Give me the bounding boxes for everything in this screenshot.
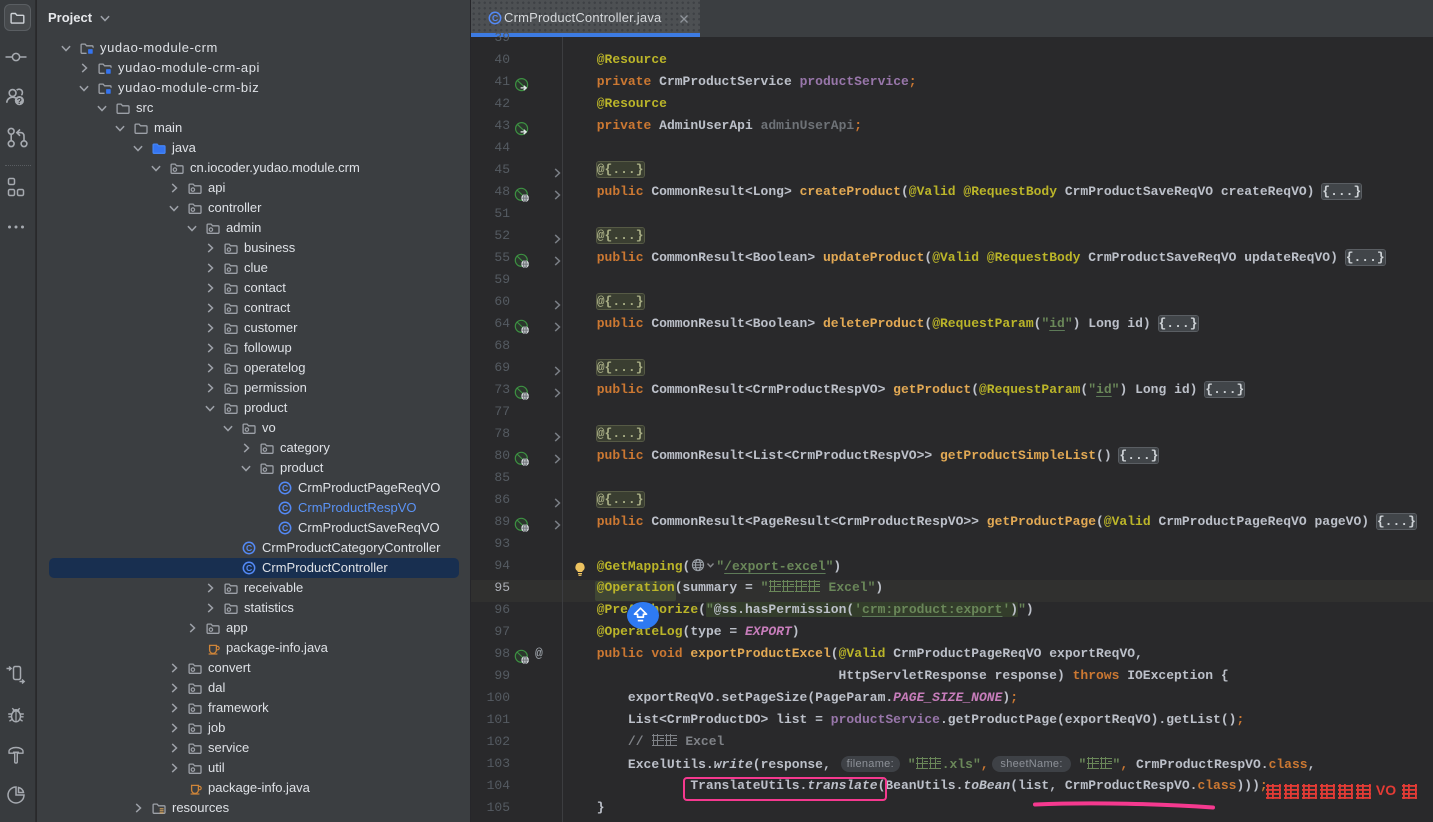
svg-text:C: C [282, 523, 288, 533]
svg-text:C: C [246, 543, 252, 553]
svg-text:C: C [246, 563, 252, 573]
svg-text:C: C [282, 503, 288, 513]
svg-text:?: ? [17, 96, 22, 106]
svg-text:C: C [492, 13, 498, 23]
svg-text:C: C [282, 483, 288, 493]
